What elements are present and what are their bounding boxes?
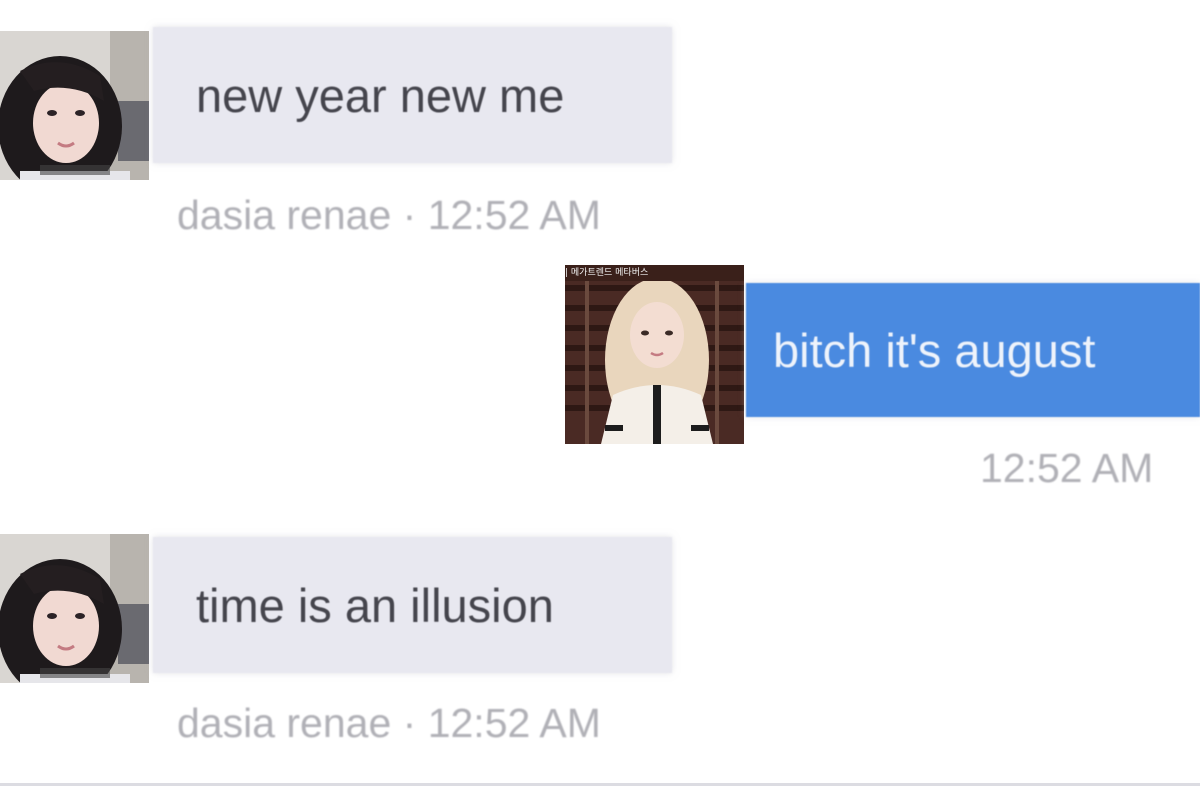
avatar-dasia-renae[interactable]: [0, 31, 149, 180]
message-bubble-outgoing[interactable]: bitch it's august: [746, 283, 1200, 417]
avatar-dasia-renae[interactable]: [0, 534, 149, 683]
person-avatar-dark-hair-icon: [0, 534, 149, 683]
message-meta: dasia renae · 12:52 AM: [177, 700, 601, 746]
message-meta: 12:52 AM: [980, 445, 1154, 491]
message-bubble-incoming[interactable]: new year new me: [153, 27, 672, 163]
message-text: new year new me: [196, 68, 565, 122]
person-avatar-blonde-hair-icon: [565, 265, 744, 444]
person-avatar-dark-hair-icon: [0, 31, 149, 180]
message-text: bitch it's august: [773, 323, 1096, 377]
chat-thread: new year new me dasia renae · 12:52 AM |…: [0, 0, 1200, 786]
message-text: time is an illusion: [196, 578, 554, 632]
avatar-self[interactable]: | 메가트렌드 메타버스: [565, 265, 744, 444]
avatar-caption: | 메가트렌드 메타버스: [565, 268, 649, 278]
message-meta: dasia renae · 12:52 AM: [177, 192, 601, 238]
message-bubble-incoming[interactable]: time is an illusion: [153, 537, 672, 673]
